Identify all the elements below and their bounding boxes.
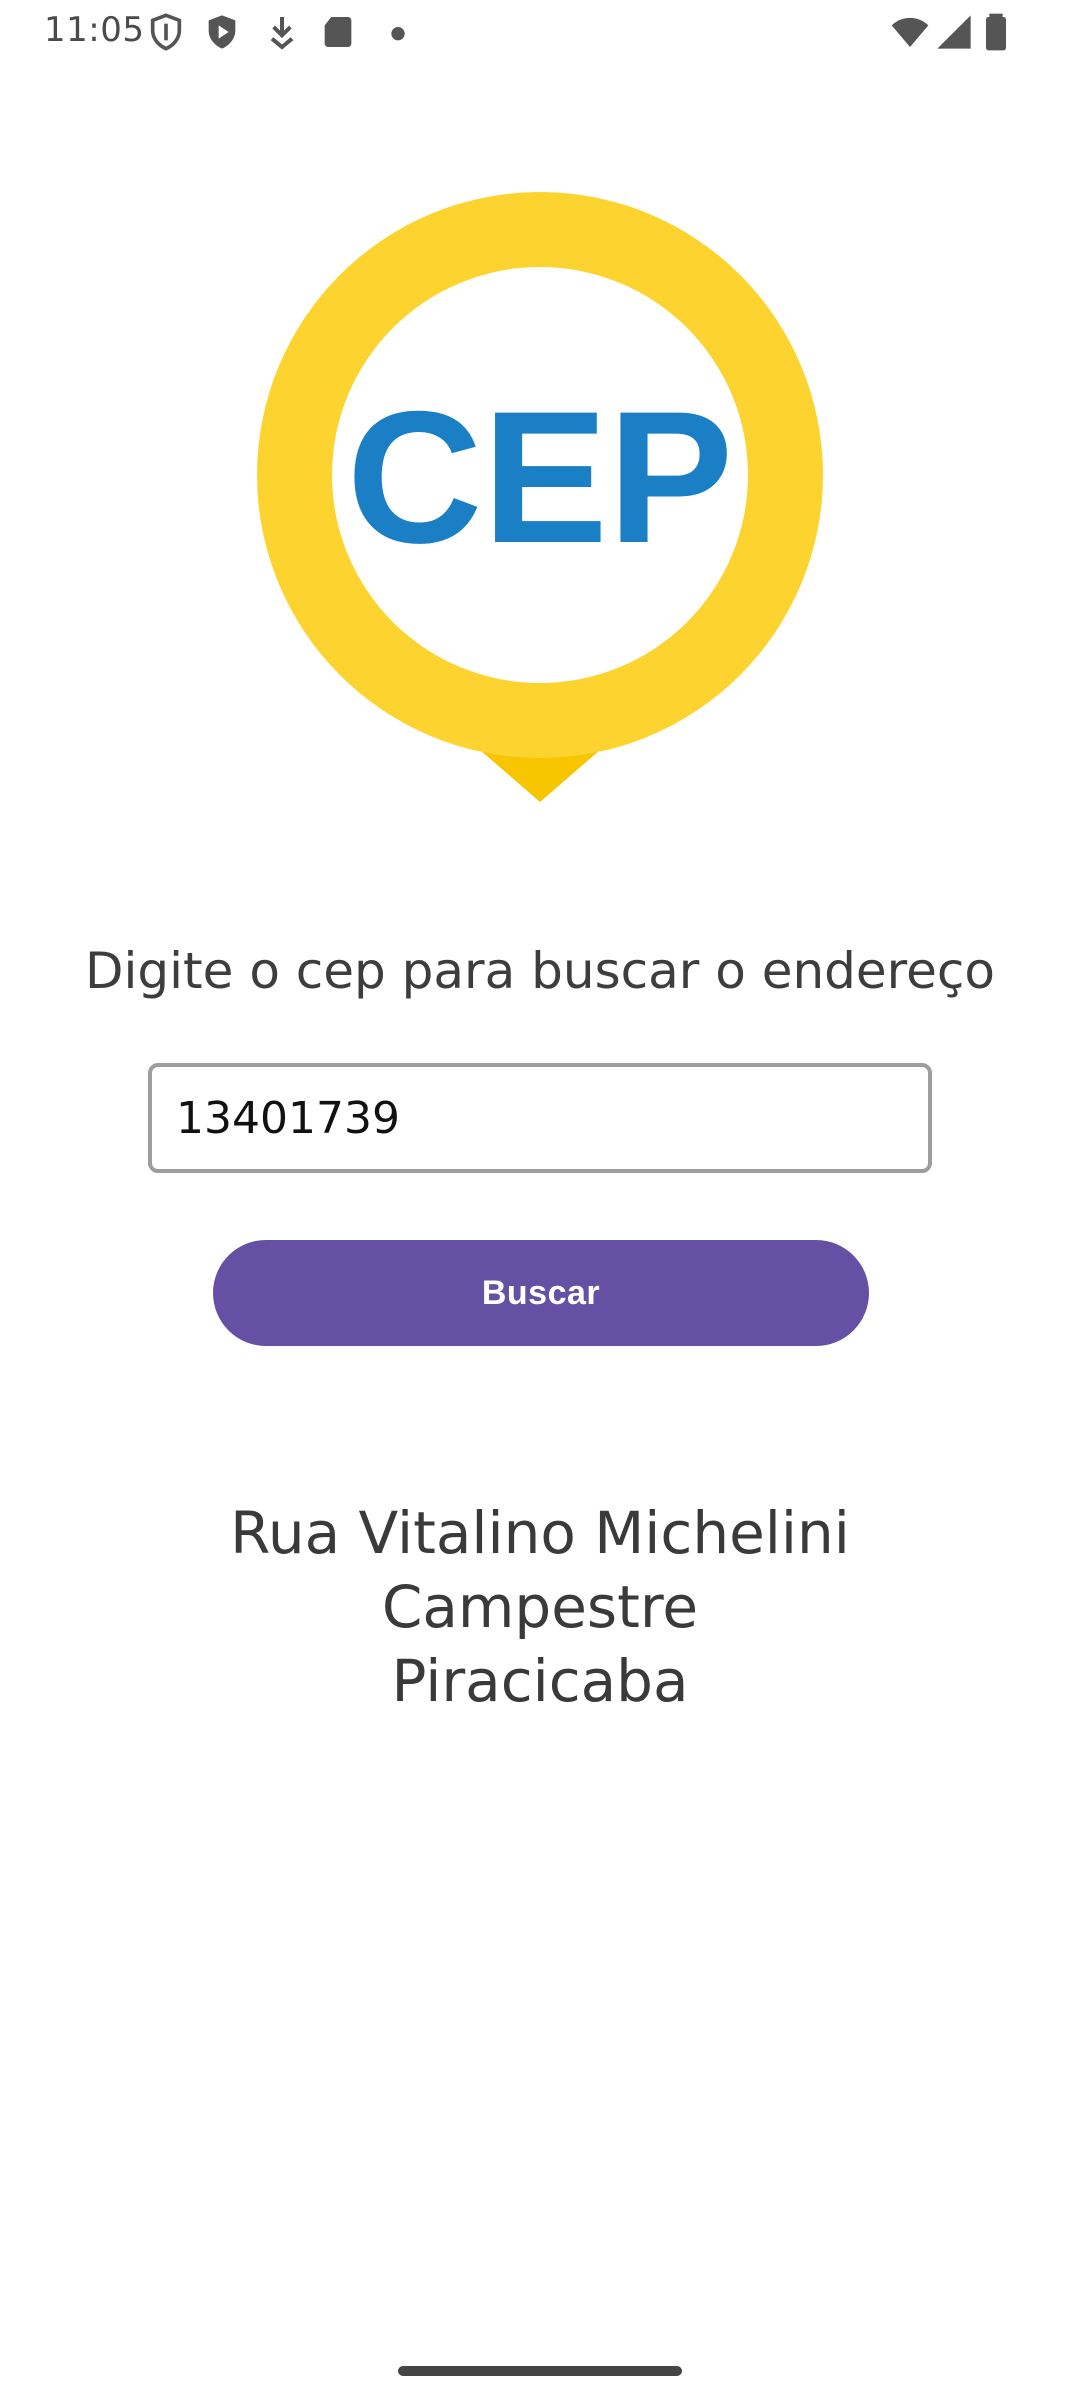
gesture-nav-handle[interactable] — [398, 2366, 682, 2376]
status-bar: 11:05 — [0, 0, 1080, 64]
sd-card-icon — [318, 12, 358, 52]
battery-icon — [976, 12, 1016, 52]
cellular-signal-icon — [934, 12, 974, 52]
result-street: Rua Vitalino Michelini — [230, 1499, 850, 1567]
cep-input[interactable] — [148, 1063, 932, 1173]
result-city: Piracicaba — [391, 1647, 689, 1715]
app-screen: 11:05 CEP Digite o cep para buscar o end… — [0, 0, 1080, 2400]
result-neighborhood: Campestre — [381, 1573, 699, 1641]
dot-icon — [378, 12, 418, 52]
wifi-icon — [890, 12, 930, 52]
download-arrow-icon — [262, 12, 302, 52]
instruction-text: Digite o cep para buscar o endereço — [85, 942, 995, 1000]
status-time: 11:05 — [44, 10, 145, 50]
address-result: Rua Vitalino Michelini Campestre Piracic… — [0, 1496, 1080, 1718]
shield-play-icon — [202, 12, 242, 52]
cep-logo: CEP — [255, 190, 825, 810]
search-button[interactable]: Buscar — [213, 1240, 869, 1346]
logo-text: CEP — [347, 372, 734, 582]
shield-outline-icon — [146, 12, 186, 52]
